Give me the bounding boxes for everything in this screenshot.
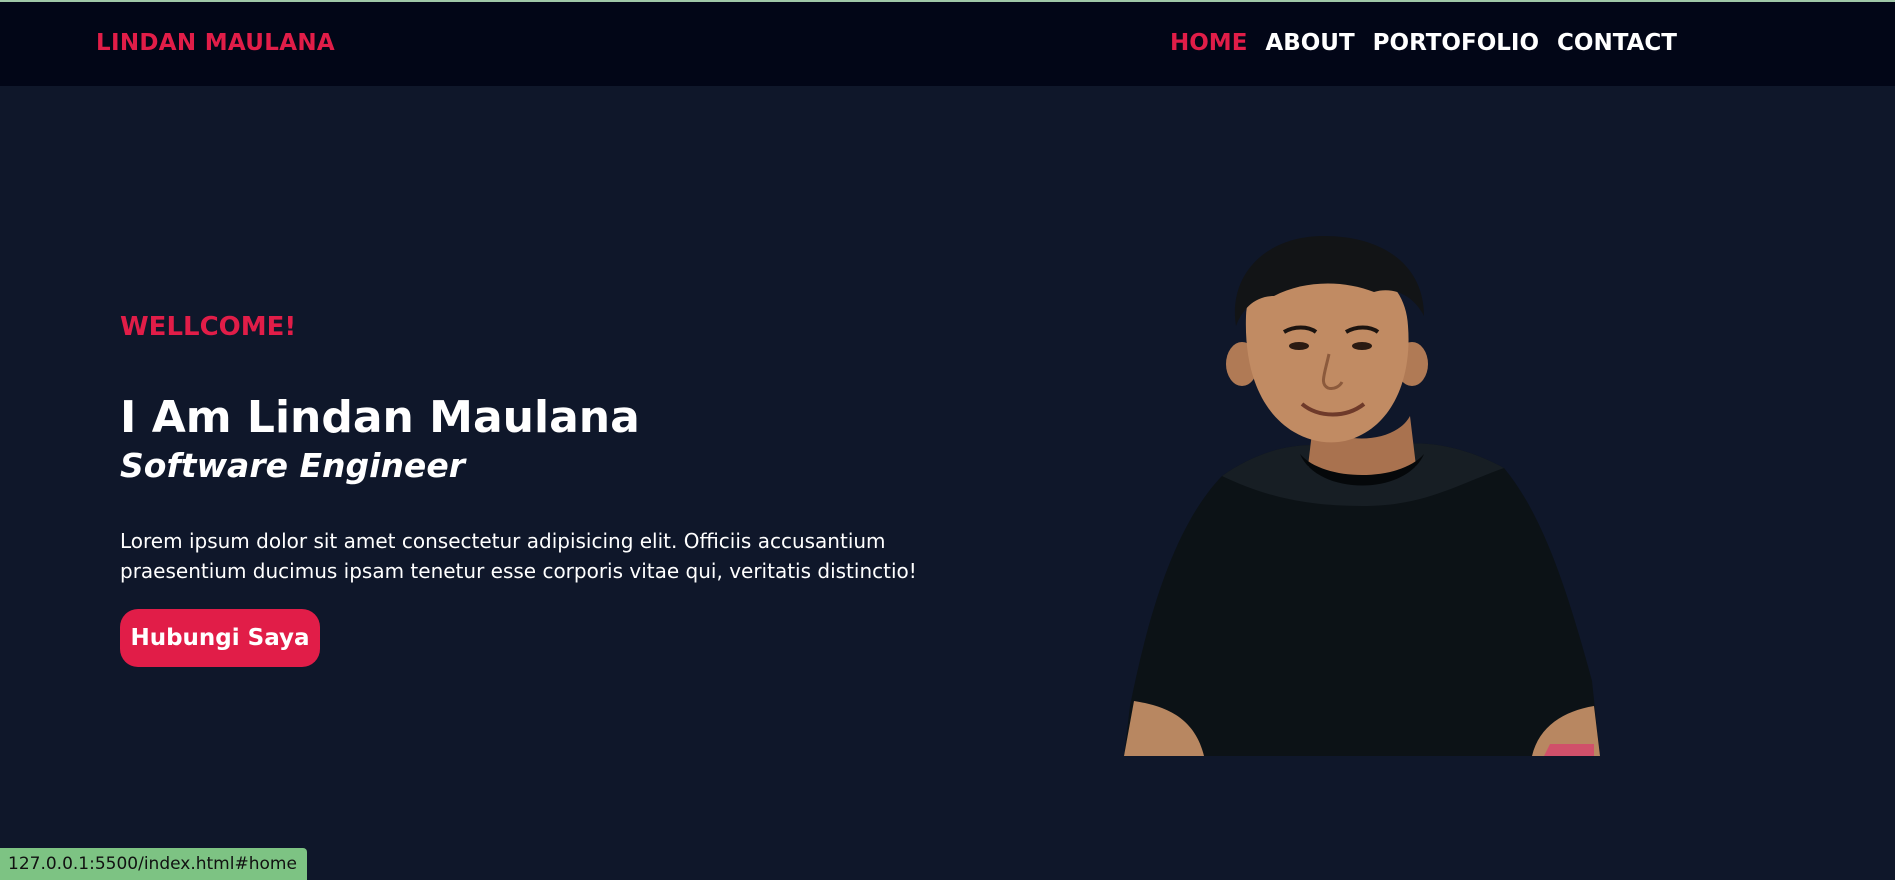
hero-section: WELLCOME! I Am Lindan Maulana Software E… — [0, 86, 1895, 880]
contact-me-button[interactable]: Hubungi Saya — [120, 609, 320, 667]
nav-link-portofolio[interactable]: PORTOFOLIO — [1373, 30, 1539, 56]
welcome-text: WELLCOME! — [120, 312, 297, 342]
hero-intro: Lorem ipsum dolor sit amet consectetur a… — [120, 529, 917, 583]
nav-links: HOME ABOUT PORTOFOLIO CONTACT — [1170, 30, 1677, 56]
hero-heading: I Am Lindan Maulana — [120, 392, 640, 443]
hero-role: Software Engineer — [120, 446, 465, 485]
navbar: LINDAN MAULANA HOME ABOUT PORTOFOLIO CON… — [0, 2, 1895, 86]
nav-link-home[interactable]: HOME — [1170, 30, 1247, 56]
browser-status-url: 127.0.0.1:5500/index.html#home — [0, 848, 307, 880]
nav-link-contact[interactable]: CONTACT — [1557, 30, 1677, 56]
brand-logo[interactable]: LINDAN MAULANA — [96, 30, 335, 56]
profile-photo — [1124, 236, 1600, 756]
nav-link-about[interactable]: ABOUT — [1265, 30, 1354, 56]
